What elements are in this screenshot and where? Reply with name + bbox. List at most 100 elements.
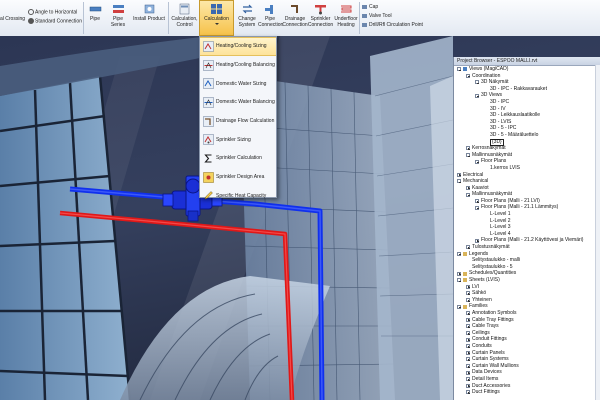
- valve-tool-button[interactable]: Valve Tool: [362, 13, 392, 19]
- menu-item-heating-cooling-sizing[interactable]: Heating/Cooling Sizing: [200, 37, 276, 56]
- tree-item[interactable]: 3D Näkymät: [454, 79, 600, 86]
- angle-to-horizontal-option[interactable]: Angle to Horizontal: [28, 9, 77, 15]
- collapse-icon[interactable]: [466, 153, 470, 158]
- collapse-icon[interactable]: [475, 159, 479, 164]
- tree-item[interactable]: Annotation Symbols: [454, 310, 600, 317]
- project-browser-scrollbar[interactable]: [595, 65, 600, 400]
- tree-item[interactable]: LVI: [454, 284, 600, 291]
- expand-icon[interactable]: [457, 172, 461, 177]
- drainage-connection-button[interactable]: Drainage Connection: [282, 3, 308, 28]
- tree-item[interactable]: 3D - LVIS: [454, 119, 600, 126]
- tree-item[interactable]: 3D - IPC - Rakkavarauket: [454, 86, 600, 93]
- collapse-icon[interactable]: [457, 251, 461, 256]
- expand-icon[interactable]: [466, 344, 470, 349]
- tree-item[interactable]: Mallinnusnäkymät: [454, 152, 600, 159]
- tree-item[interactable]: Detail Items: [454, 376, 600, 383]
- tree-item[interactable]: Curtain Systems: [454, 356, 600, 363]
- expand-icon[interactable]: [466, 364, 470, 369]
- collapse-icon[interactable]: [475, 80, 479, 85]
- collapse-icon[interactable]: [466, 73, 470, 78]
- install-product-button[interactable]: Install Product: [133, 3, 165, 22]
- expand-icon[interactable]: [466, 245, 470, 250]
- circulation-point-button[interactable]: Drill/Rfl Circulation Point: [362, 22, 423, 28]
- expand-icon[interactable]: [457, 271, 461, 276]
- tree-item[interactable]: 3D - Leikkauslaatikolle: [454, 112, 600, 119]
- tree-item[interactable]: Views (MagiCAD): [454, 66, 600, 73]
- change-system-button[interactable]: Change System: [235, 3, 259, 28]
- tree-item[interactable]: Floor Plans (Malli - 21.1 Lämmitys): [454, 204, 600, 211]
- tree-item[interactable]: Duct Fittings: [454, 389, 600, 396]
- expand-icon[interactable]: [466, 146, 470, 151]
- tree-item[interactable]: Floor Plans: [454, 158, 600, 165]
- tree-item[interactable]: Sähkö: [454, 290, 600, 297]
- pipe-series-button[interactable]: Pipe Series: [106, 3, 130, 28]
- tree-item[interactable]: Floor Plans (Malli - 21 LVI): [454, 198, 600, 205]
- menu-item-drainage-flow-calculation[interactable]: Drainage Flow Calculation: [200, 112, 276, 131]
- expand-icon[interactable]: [466, 383, 470, 388]
- tree-item[interactable]: Kerrosnäkymät: [454, 145, 600, 152]
- collapse-icon[interactable]: [457, 67, 461, 72]
- tree-item[interactable]: Cable Trays: [454, 323, 600, 330]
- tree-item[interactable]: Cable Tray Fittings: [454, 317, 600, 324]
- tree-item[interactable]: Ceilings: [454, 330, 600, 337]
- collapse-icon[interactable]: [466, 192, 470, 197]
- tree-item[interactable]: Selitystaulukko - 5: [454, 264, 600, 271]
- calculation-control-button[interactable]: Calculation, Control: [171, 3, 198, 28]
- tree-item[interactable]: Curtain Wall Mullions: [454, 363, 600, 370]
- menu-item-sprinkler-sizing[interactable]: Sprinkler Sizing: [200, 130, 276, 149]
- expand-icon[interactable]: [466, 337, 470, 342]
- collapse-icon[interactable]: [457, 179, 461, 184]
- collapse-icon[interactable]: [457, 304, 461, 309]
- tree-item[interactable]: Conduits: [454, 343, 600, 350]
- tree-item[interactable]: 1.kerros LVIS: [454, 165, 600, 172]
- pipe-connection-button[interactable]: Pipe Connection: [258, 3, 283, 28]
- expand-icon[interactable]: [466, 291, 470, 296]
- tree-item[interactable]: L-Level 3: [454, 224, 600, 231]
- pipe-button[interactable]: Pipe: [86, 3, 104, 22]
- tree-item[interactable]: Duct Accessories: [454, 383, 600, 390]
- tree-item[interactable]: Data Devices: [454, 369, 600, 376]
- tree-item[interactable]: Tulostusnäkymät: [454, 244, 600, 251]
- tree-item[interactable]: 3D - IPC: [454, 99, 600, 106]
- menu-item-sprinkler-calculation[interactable]: Sprinkler Calculation: [200, 149, 276, 168]
- tree-item[interactable]: Floor Plans (Malli - 21.2 Käyttövesi ja …: [454, 237, 600, 244]
- expand-icon[interactable]: [466, 377, 470, 382]
- menu-item-domestic-water-sizing[interactable]: Domestic Water Sizing: [200, 74, 276, 93]
- calculation-button[interactable]: Calculation: [200, 3, 233, 25]
- tree-item[interactable]: L-Level 1: [454, 211, 600, 218]
- expand-icon[interactable]: [466, 331, 470, 336]
- tree-item[interactable]: Yhteinen: [454, 297, 600, 304]
- expand-icon[interactable]: [466, 311, 470, 316]
- tree-item[interactable]: 3D - IV: [454, 106, 600, 113]
- tree-item[interactable]: L-Level 2: [454, 218, 600, 225]
- tree-item[interactable]: Conduit Fittings: [454, 336, 600, 343]
- expand-icon[interactable]: [466, 298, 470, 303]
- tree-item[interactable]: Legends: [454, 251, 600, 258]
- tree-item[interactable]: Kaaviot: [454, 185, 600, 192]
- tree-item[interactable]: Mallinnusnäkymät: [454, 191, 600, 198]
- collapse-icon[interactable]: [475, 205, 479, 210]
- expand-icon[interactable]: [466, 317, 470, 322]
- expand-icon[interactable]: [466, 390, 470, 395]
- tree-item[interactable]: Selitystaulukko - malli: [454, 257, 600, 264]
- expand-icon[interactable]: [466, 324, 470, 329]
- tree-item[interactable]: Coordination: [454, 73, 600, 80]
- tree-item[interactable]: Curtain Panels: [454, 350, 600, 357]
- menu-item-domestic-water-balancing[interactable]: Domestic Water Balancing: [200, 93, 276, 112]
- expand-icon[interactable]: [466, 185, 470, 190]
- tree-item[interactable]: 3D Views: [454, 92, 600, 99]
- tree-item[interactable]: Electrical: [454, 172, 600, 179]
- collapse-icon[interactable]: [475, 93, 479, 98]
- menu-item-heating-cooling-balancing[interactable]: Heating/Cooling Balancing: [200, 56, 276, 75]
- expand-icon[interactable]: [466, 370, 470, 375]
- tree-item[interactable]: Mechanical: [454, 178, 600, 185]
- cap-button[interactable]: Cap: [362, 4, 378, 10]
- sprinkler-connection-button[interactable]: Sprinkler Connection: [307, 3, 334, 28]
- menu-item-sprinkler-design-area[interactable]: Sprinkler Design Area: [200, 168, 276, 187]
- menu-item-specific-heat-capacity[interactable]: Specific Heat Capacity: [200, 187, 276, 206]
- expand-icon[interactable]: [475, 199, 479, 204]
- tree-item[interactable]: 3D - 5 - IPC: [454, 125, 600, 132]
- standard-connection-option[interactable]: Standard Connection: [28, 18, 82, 24]
- expand-icon[interactable]: [466, 284, 470, 289]
- underfloor-heating-button[interactable]: Underfloor Heating: [333, 3, 359, 28]
